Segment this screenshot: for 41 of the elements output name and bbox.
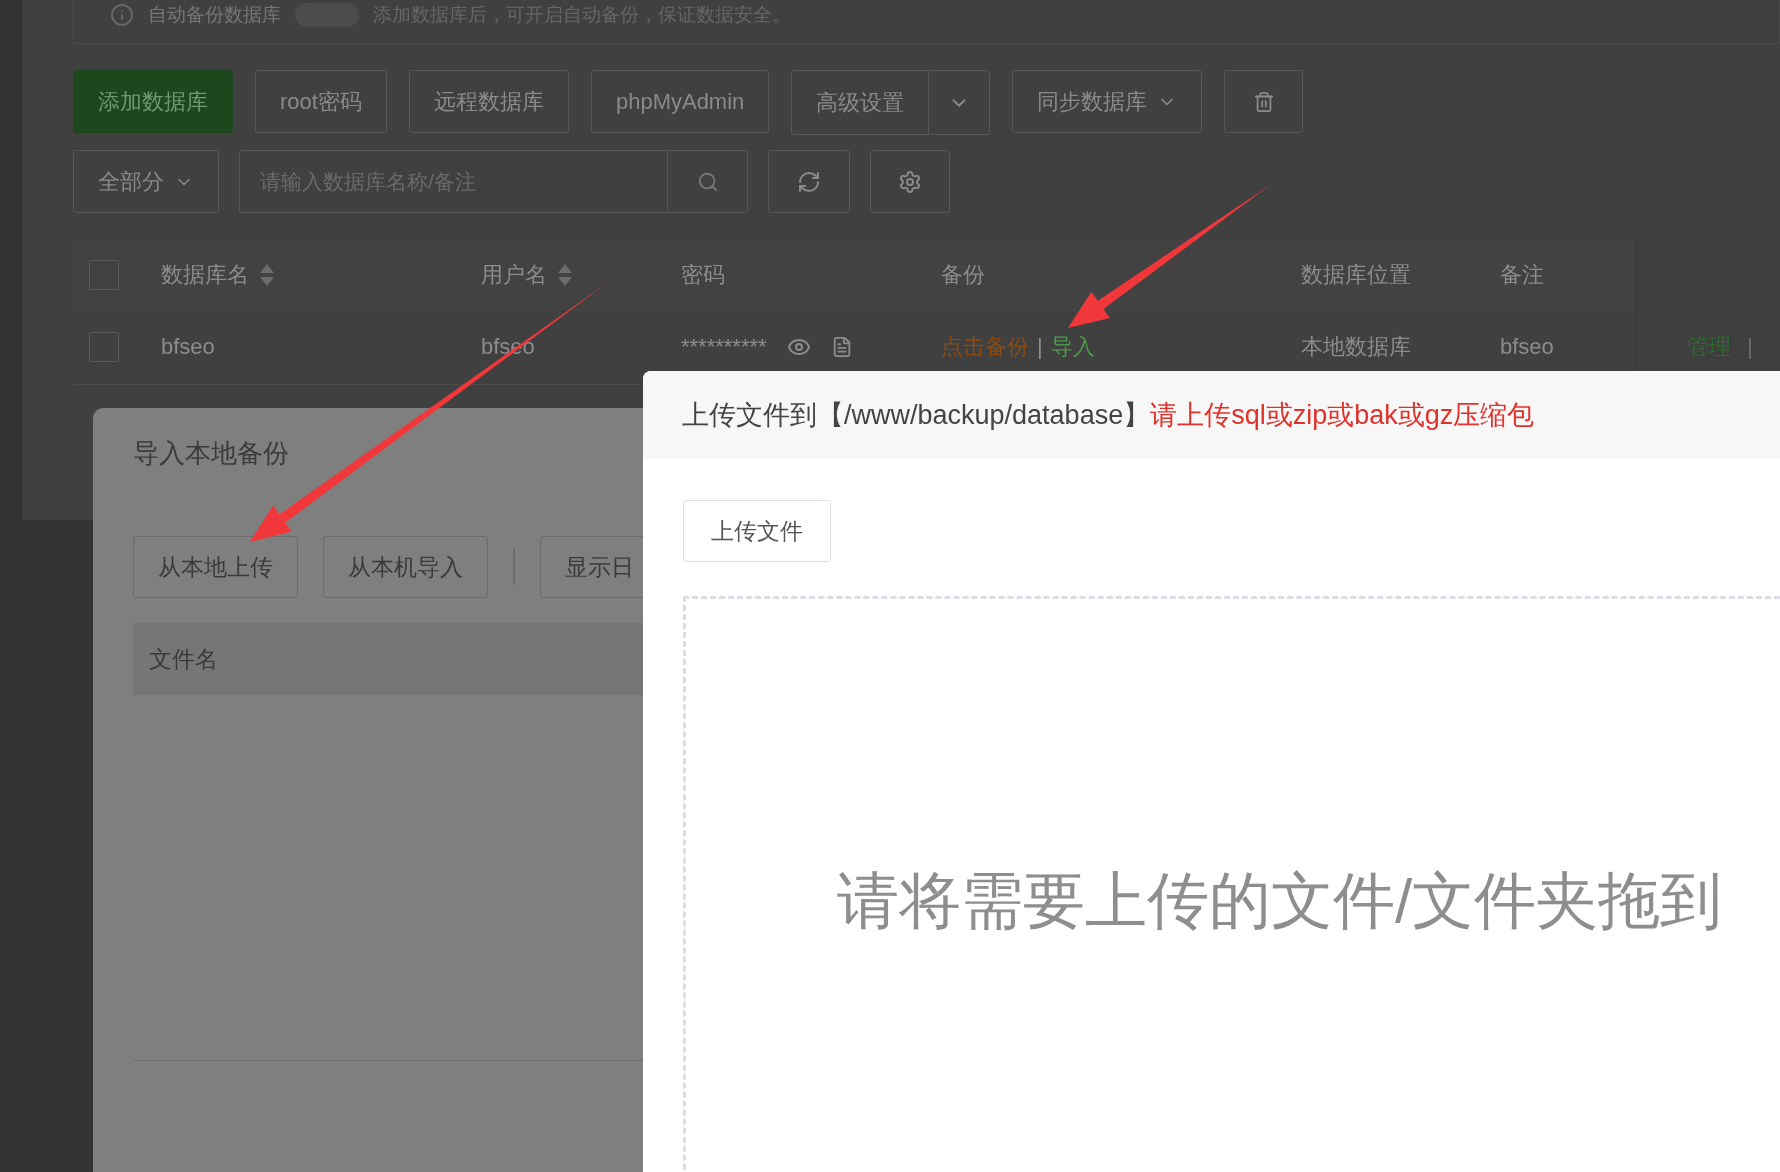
sort-icon[interactable] <box>259 262 275 287</box>
row-checkbox[interactable] <box>89 332 119 362</box>
filter-dropdown[interactable]: 全部分 <box>73 150 219 213</box>
toolbar-button[interactable]: root密码 <box>255 70 387 133</box>
dialog-title: 导入本地备份 <box>133 436 289 470</box>
column-header: 备份 <box>941 260 985 289</box>
settings-icon <box>898 169 922 194</box>
table-cell-text: 本地数据库 <box>1301 333 1411 361</box>
table-cell: bfseo <box>1500 334 1554 360</box>
table-cell: bfseo <box>161 334 215 360</box>
column-header: 数据库位置 <box>1301 260 1411 289</box>
drop-zone[interactable]: 请将需要上传的文件/文件夹拖到 <box>683 596 1780 1172</box>
select-all-checkbox[interactable] <box>89 259 119 290</box>
separator-text: | <box>1747 334 1753 360</box>
column-header: 文件名 <box>149 644 218 674</box>
file-type-hint: 请上传sql或zip或bak或gz压缩包 <box>1150 399 1535 432</box>
info-icon <box>110 3 134 27</box>
drop-hint: 请将需要上传的文件/文件夹拖到 <box>837 866 1723 935</box>
import-option-button[interactable]: 从本地上传 <box>133 536 298 598</box>
toolbar-button[interactable]: phpMyAdmin <box>590 70 770 133</box>
backup-link[interactable]: 点击备份 <box>941 332 1029 362</box>
separator-text: | <box>1037 334 1043 360</box>
import-option-button[interactable]: 从本机导入 <box>323 536 488 598</box>
settings-button[interactable] <box>870 150 950 213</box>
column-header: 数据库名 <box>161 260 249 289</box>
upload-file-button[interactable]: 上传文件 <box>683 500 831 562</box>
search-icon <box>696 170 719 193</box>
import-link[interactable]: 导入 <box>1050 332 1095 362</box>
refresh-button[interactable] <box>768 150 850 213</box>
sort-icon[interactable] <box>557 262 573 287</box>
dropdown-button[interactable]: 同步数据库 <box>1012 70 1203 133</box>
toolbar-button[interactable]: 远程数据库 <box>408 70 569 133</box>
trash-icon <box>1252 90 1275 113</box>
delete-button[interactable] <box>1224 70 1304 133</box>
column-header: 密码 <box>681 260 725 289</box>
refresh-icon <box>797 169 821 194</box>
add-database-button[interactable]: 添加数据库 <box>73 70 233 133</box>
column-header: 备注 <box>1500 260 1544 289</box>
column-header: 用户名 <box>481 260 547 289</box>
dialog-title: 上传文件到【/www/backup/database】 <box>682 399 1151 432</box>
password-text: ********** <box>681 334 767 360</box>
